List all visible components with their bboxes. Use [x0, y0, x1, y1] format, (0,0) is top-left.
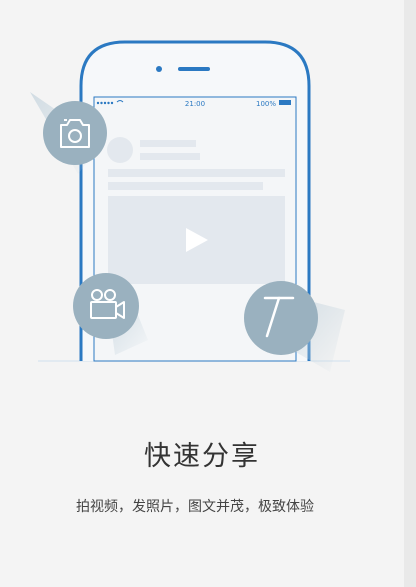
- phone-speaker: [178, 67, 210, 71]
- right-edge-strip: [404, 0, 416, 587]
- status-time: 21:00: [185, 100, 205, 108]
- share-illustration: 21:00 100%: [30, 40, 350, 372]
- status-battery-percent: 100%: [256, 100, 276, 108]
- placeholder-avatar: [107, 137, 133, 163]
- placeholder-meta-line: [140, 153, 200, 160]
- placeholder-text-line-1: [108, 169, 285, 177]
- phone-front-camera: [156, 66, 162, 72]
- placeholder-text-line-2: [108, 182, 263, 190]
- feature-subtitle: 拍视频，发照片，图文并茂，极致体验: [76, 499, 314, 515]
- battery-icon: [279, 100, 291, 105]
- placeholder-name-line: [140, 140, 196, 147]
- feature-title: 快速分享: [144, 441, 260, 472]
